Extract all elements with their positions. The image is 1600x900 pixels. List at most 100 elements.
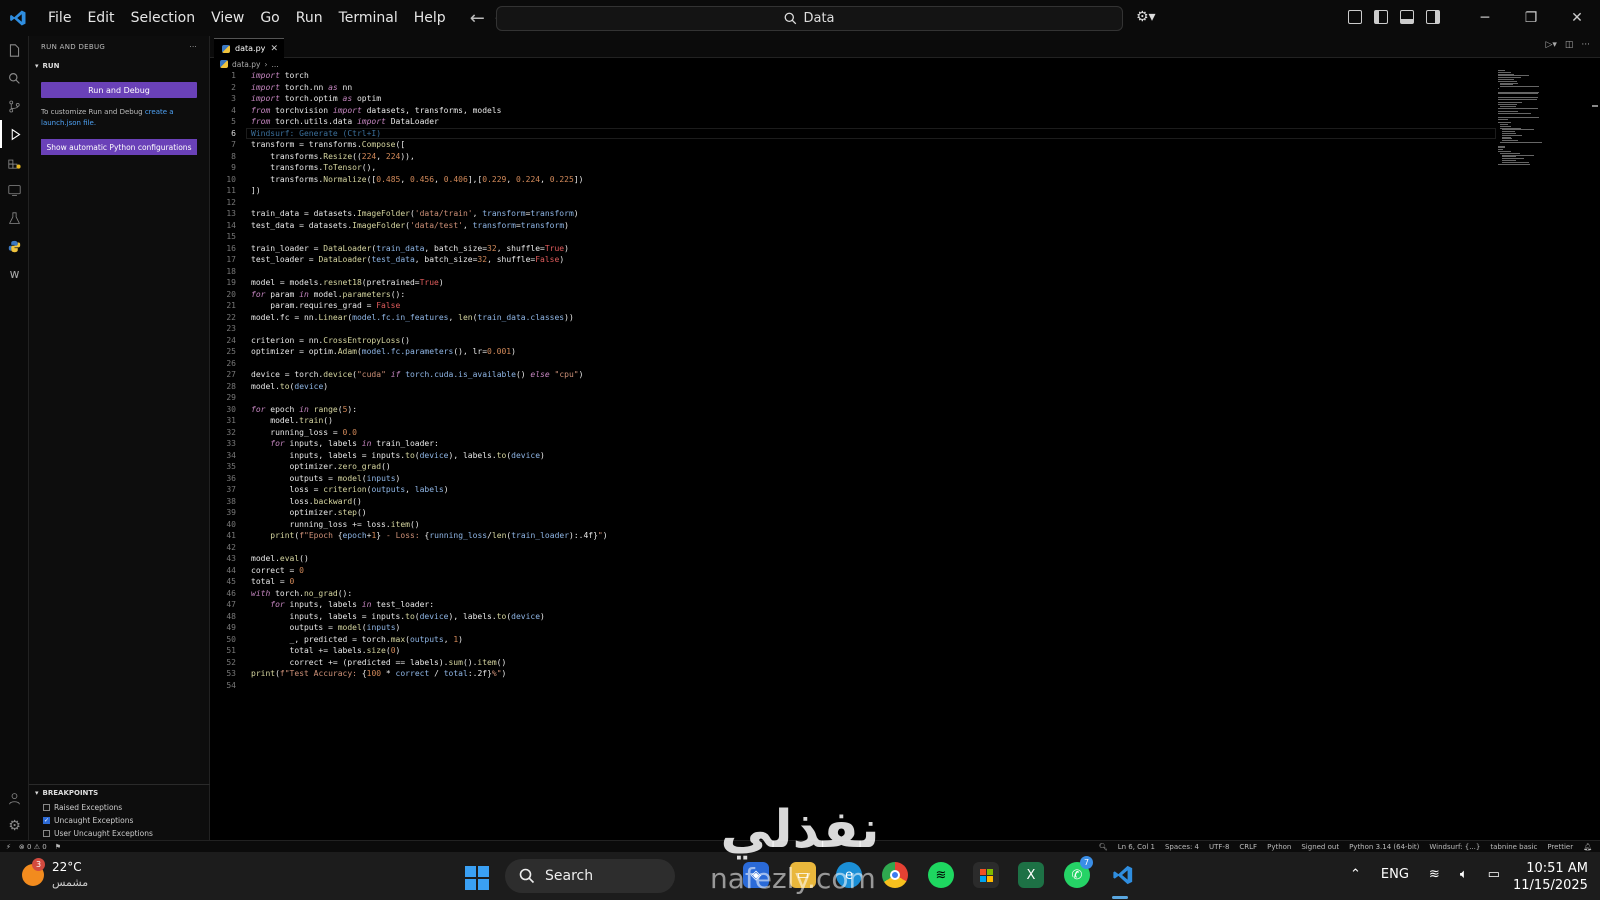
- testing-icon[interactable]: [0, 204, 29, 232]
- breakpoint-checkbox[interactable]: [43, 830, 50, 837]
- source-control-icon[interactable]: [0, 92, 29, 120]
- back-arrow-icon[interactable]: ←: [470, 8, 485, 29]
- run-and-debug-icon[interactable]: [0, 120, 29, 148]
- prettier-status[interactable]: Prettier: [1547, 843, 1573, 851]
- chrome-icon[interactable]: [882, 862, 908, 888]
- edge-icon[interactable]: e: [836, 862, 862, 888]
- weather-widget[interactable]: 3 22°C مشمس: [22, 858, 88, 890]
- show-python-configurations-button[interactable]: Show automatic Python configurations: [41, 139, 197, 155]
- scrollbar[interactable]: [1592, 105, 1598, 107]
- explorer-icon[interactable]: [0, 36, 29, 64]
- line-number: 16: [226, 243, 236, 253]
- line-number: 18: [226, 266, 236, 276]
- breakpoint-label: User Uncaught Exceptions: [54, 829, 153, 838]
- vscode-taskbar-icon[interactable]: [1110, 862, 1136, 888]
- remote-icon[interactable]: ⚡: [6, 843, 11, 851]
- line-number: 2: [231, 82, 236, 92]
- copilot-app-icon[interactable]: ◈: [743, 862, 769, 888]
- run-and-debug-button[interactable]: Run and Debug: [41, 82, 197, 98]
- run-python-file-icon[interactable]: ▷▾: [1545, 40, 1556, 50]
- indentation[interactable]: Spaces: 4: [1165, 843, 1199, 851]
- spotify-icon[interactable]: ≋: [928, 862, 954, 888]
- cursor-position[interactable]: Ln 6, Col 1: [1118, 843, 1155, 851]
- language-mode[interactable]: Python: [1267, 843, 1291, 851]
- line-number: 28: [226, 381, 236, 391]
- copilot-icon[interactable]: ⚙▾: [1136, 9, 1156, 25]
- vscode-logo-icon: [0, 0, 36, 36]
- account-status[interactable]: Signed out: [1301, 843, 1339, 851]
- breakpoint-item[interactable]: ✓ Uncaught Exceptions: [29, 814, 210, 827]
- code-text: inputs, labels = inputs.to(device), labe…: [251, 450, 545, 460]
- breadcrumb-symbol[interactable]: ...: [271, 60, 278, 69]
- restore-icon[interactable]: ❐: [1508, 0, 1554, 36]
- battery-icon[interactable]: ▭: [1488, 867, 1500, 882]
- menu-selection[interactable]: Selection: [123, 0, 204, 36]
- split-editor-icon[interactable]: ◫: [1565, 40, 1574, 50]
- whatsapp-icon[interactable]: ✆ 7: [1064, 856, 1093, 888]
- command-center-search[interactable]: Data: [496, 6, 1123, 31]
- close-icon[interactable]: ✕: [1554, 0, 1600, 36]
- minimap-line: [1498, 107, 1539, 109]
- accounts-icon[interactable]: [0, 784, 29, 812]
- clock[interactable]: 10:51 AM 11/15/2025: [1513, 860, 1588, 894]
- code-text: for inputs, labels in test_loader:: [270, 600, 435, 609]
- run-section-header[interactable]: ▾ RUN: [29, 58, 209, 74]
- menu-run[interactable]: Run: [288, 0, 331, 36]
- code-text: for param in model.parameters():: [251, 289, 406, 299]
- line-number: 50: [226, 634, 236, 644]
- notifications-bell-icon[interactable]: 🔔︎: [1583, 843, 1592, 851]
- code-text: print(f"Epoch {epoch+1} - Loss: {running…: [270, 531, 608, 540]
- customize-layout-icon[interactable]: [1348, 10, 1362, 24]
- tabnine-status[interactable]: tabnine basic: [1490, 843, 1537, 851]
- extensions-icon[interactable]: [0, 148, 29, 176]
- menu-help[interactable]: Help: [406, 0, 454, 36]
- toggle-primary-sidebar-icon[interactable]: [1374, 10, 1388, 24]
- excel-icon[interactable]: X: [1018, 862, 1044, 888]
- end-of-line[interactable]: CRLF: [1239, 843, 1257, 851]
- input-language[interactable]: ENG: [1381, 867, 1409, 882]
- menu-view[interactable]: View: [203, 0, 252, 36]
- wifi-icon[interactable]: ≋: [1429, 867, 1440, 882]
- more-actions-icon[interactable]: ···: [189, 43, 197, 51]
- python-interpreter[interactable]: Python 3.14 (64-bit): [1349, 843, 1419, 851]
- window-controls: ─ ❐ ✕: [1462, 0, 1600, 36]
- customize-description: To customize Run and Debug create a laun…: [41, 107, 197, 129]
- windsurf-status[interactable]: Windsurf: {...}: [1429, 843, 1480, 851]
- taskbar-search[interactable]: Search: [505, 859, 675, 893]
- more-actions-icon[interactable]: ···: [1581, 40, 1590, 50]
- minimize-icon[interactable]: ─: [1462, 0, 1508, 36]
- windsurf-icon[interactable]: ᴡ: [0, 260, 29, 288]
- line-number: 9: [231, 163, 236, 172]
- search-icon[interactable]: [0, 64, 29, 92]
- breakpoint-item[interactable]: Raised Exceptions: [29, 801, 210, 814]
- python-icon[interactable]: [0, 232, 29, 260]
- menu-edit[interactable]: Edit: [79, 0, 122, 36]
- microsoft-store-icon[interactable]: [973, 862, 999, 888]
- remote-explorer-icon[interactable]: [0, 176, 29, 204]
- breakpoint-checkbox[interactable]: ✓: [43, 817, 50, 824]
- breakpoint-checkbox[interactable]: [43, 804, 50, 811]
- menu-go[interactable]: Go: [252, 0, 287, 36]
- menu-terminal[interactable]: Terminal: [331, 0, 406, 36]
- windows-start-icon[interactable]: [465, 866, 489, 890]
- encoding[interactable]: UTF-8: [1209, 843, 1229, 851]
- toggle-secondary-sidebar-icon[interactable]: [1426, 10, 1440, 24]
- tab-data-py[interactable]: data.py ✕: [214, 38, 284, 58]
- problems-indicator[interactable]: ⊗ 0 ⚠ 0: [19, 843, 47, 851]
- chevron-up-icon[interactable]: ⌃: [1350, 867, 1361, 882]
- file-explorer-icon[interactable]: ▭: [790, 862, 816, 888]
- code-editor[interactable]: 1 import torch 2 import torch.nn as nn 3 impo…: [210, 70, 1500, 840]
- menu-file[interactable]: File: [40, 0, 79, 36]
- breakpoints-header[interactable]: ▾ BREAKPOINTS: [29, 784, 210, 801]
- zoom-icon[interactable]: 🔍︎: [1099, 843, 1108, 851]
- breadcrumb-file[interactable]: data.py: [232, 60, 260, 69]
- breakpoint-item[interactable]: User Uncaught Exceptions: [29, 827, 210, 840]
- debug-icon[interactable]: ⚑: [55, 843, 61, 851]
- close-tab-icon[interactable]: ✕: [270, 44, 278, 54]
- toggle-panel-icon[interactable]: [1400, 10, 1414, 24]
- line-number: 32: [226, 427, 236, 437]
- minimap[interactable]: [1498, 70, 1560, 170]
- code-text: import torch.optim as optim: [251, 94, 382, 103]
- settings-gear-icon[interactable]: ⚙: [0, 812, 29, 840]
- volume-icon[interactable]: 🔈︎: [1460, 867, 1468, 882]
